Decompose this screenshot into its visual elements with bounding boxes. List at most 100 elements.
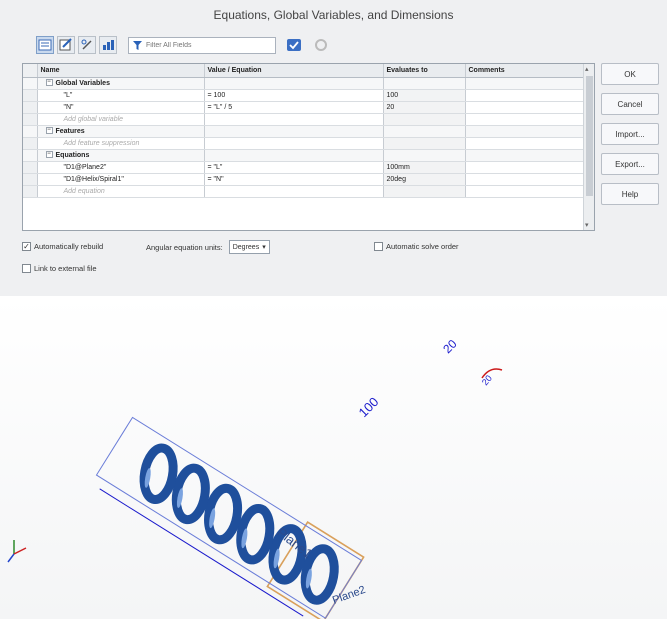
column-header-evaluates[interactable]: Evaluates to — [383, 64, 466, 78]
add-row[interactable]: Add equation — [23, 185, 586, 198]
auto-rebuild-option[interactable]: ✓ Automatically rebuild — [22, 242, 103, 251]
comment-cell[interactable] — [465, 137, 586, 150]
value-cell[interactable] — [204, 125, 384, 138]
value-cell[interactable]: = "L" — [204, 161, 384, 174]
table-row[interactable]: "L" = 100 100 — [23, 89, 586, 102]
dimension-view-button[interactable] — [78, 36, 96, 54]
evaluates-cell[interactable]: 100 — [383, 89, 466, 102]
angular-units-select[interactable]: Degrees ▾ — [228, 240, 270, 254]
row-gutter[interactable] — [23, 101, 38, 114]
turns-dimension-label[interactable]: 20 — [440, 337, 460, 357]
value-cell[interactable] — [204, 149, 384, 162]
scroll-thumb[interactable] — [586, 76, 593, 196]
comment-cell[interactable] — [465, 185, 586, 198]
length-dimension-label[interactable]: 100 — [356, 394, 382, 420]
auto-rebuild-checkbox[interactable]: ✓ — [22, 242, 31, 251]
table-row[interactable]: "D1@Plane2" = "L" 100mm — [23, 161, 586, 174]
comment-cell[interactable] — [465, 113, 586, 126]
plane2-label[interactable]: Plane2 — [331, 584, 367, 607]
row-gutter[interactable] — [23, 185, 38, 198]
comment-cell[interactable] — [465, 173, 586, 186]
value-cell[interactable] — [204, 185, 384, 198]
model-view[interactable]: 100 20 20 Plane1 Plane2 — [0, 296, 667, 619]
value-cell[interactable] — [204, 113, 384, 126]
row-gutter[interactable] — [23, 161, 38, 174]
name-cell[interactable]: "L" — [37, 89, 205, 102]
evaluates-cell[interactable] — [383, 137, 466, 150]
column-header-name[interactable]: Name — [37, 64, 205, 78]
name-cell[interactable]: Add global variable — [37, 113, 205, 126]
helix-coil[interactable] — [139, 443, 178, 504]
filter-field[interactable] — [128, 36, 276, 54]
column-header-value[interactable]: Value / Equation — [204, 64, 384, 78]
scroll-down-icon[interactable]: ▾ — [585, 221, 589, 229]
value-cell[interactable]: = 100 — [204, 89, 384, 102]
helix-coil[interactable] — [171, 463, 210, 525]
add-row[interactable]: Add global variable — [23, 113, 586, 126]
help-button[interactable]: Help — [601, 183, 659, 205]
link-external-checkbox[interactable] — [22, 264, 31, 273]
name-cell[interactable]: Add feature suppression — [37, 137, 205, 150]
name-cell[interactable]: Add equation — [37, 185, 205, 198]
graphics-viewport[interactable]: 100 20 20 Plane1 Plane2 — [0, 296, 667, 619]
section-row[interactable]: − Features — [23, 125, 586, 138]
evaluates-cell[interactable]: 20 — [383, 101, 466, 114]
helix-coil[interactable] — [204, 483, 243, 545]
comment-cell[interactable] — [465, 161, 586, 174]
value-cell[interactable] — [204, 137, 384, 150]
filter-input[interactable] — [146, 41, 266, 49]
value-cell[interactable]: = "N" — [204, 173, 384, 186]
equations-grid[interactable]: Name Value / Equation Evaluates to Comme… — [22, 63, 595, 231]
section-row[interactable]: − Equations — [23, 149, 586, 162]
auto-solve-option[interactable]: Automatic solve order — [374, 242, 459, 251]
name-cell[interactable]: − Features — [37, 125, 205, 138]
value-cell[interactable]: = "L" / 5 — [204, 101, 384, 114]
name-cell[interactable]: "D1@Plane2" — [37, 161, 205, 174]
value-cell[interactable] — [204, 77, 384, 90]
table-row[interactable]: "D1@Helix/Spiral1" = "N" 20deg — [23, 173, 586, 186]
row-gutter[interactable] — [23, 137, 38, 150]
collapse-icon[interactable]: − — [45, 127, 53, 135]
sketch-equation-view-button[interactable] — [57, 36, 75, 54]
row-gutter[interactable] — [23, 149, 38, 162]
auto-solve-checkbox[interactable] — [374, 242, 383, 251]
update-button[interactable] — [285, 36, 303, 54]
evaluates-cell[interactable] — [383, 113, 466, 126]
collapse-icon[interactable]: − — [45, 79, 53, 87]
evaluates-cell[interactable] — [383, 125, 466, 138]
name-cell[interactable]: − Global Variables — [37, 77, 205, 90]
table-row[interactable]: "N" = "L" / 5 20 — [23, 101, 586, 114]
scroll-up-icon[interactable]: ▴ — [585, 65, 589, 73]
row-gutter[interactable] — [23, 77, 38, 90]
equation-view-button[interactable] — [36, 36, 54, 54]
export-button[interactable]: Export... — [601, 153, 659, 175]
comment-cell[interactable] — [465, 101, 586, 114]
undo-button[interactable] — [312, 36, 330, 54]
import-button[interactable]: Import... — [601, 123, 659, 145]
evaluates-cell[interactable] — [383, 149, 466, 162]
name-cell[interactable]: "N" — [37, 101, 205, 114]
comment-cell[interactable] — [465, 77, 586, 90]
column-header-comments[interactable]: Comments — [465, 64, 586, 78]
plane2-outline[interactable] — [95, 416, 363, 619]
evaluates-cell[interactable] — [383, 77, 466, 90]
evaluates-cell[interactable] — [383, 185, 466, 198]
helix-model[interactable] — [91, 414, 365, 619]
name-cell[interactable]: − Equations — [37, 149, 205, 162]
comment-cell[interactable] — [465, 89, 586, 102]
row-gutter[interactable] — [23, 113, 38, 126]
row-gutter[interactable] — [23, 89, 38, 102]
ok-button[interactable]: OK — [601, 63, 659, 85]
ordered-view-button[interactable] — [99, 36, 117, 54]
evaluates-cell[interactable]: 100mm — [383, 161, 466, 174]
grid-scrollbar[interactable]: ▴ ▾ — [583, 64, 594, 230]
section-row[interactable]: − Global Variables — [23, 77, 586, 90]
add-row[interactable]: Add feature suppression — [23, 137, 586, 150]
link-external-option[interactable]: Link to external file — [22, 264, 97, 273]
row-gutter[interactable] — [23, 125, 38, 138]
name-cell[interactable]: "D1@Helix/Spiral1" — [37, 173, 205, 186]
angle-dimension-label[interactable]: 20 — [480, 373, 494, 387]
row-gutter[interactable] — [23, 173, 38, 186]
collapse-icon[interactable]: − — [45, 151, 53, 159]
helix-coil[interactable] — [236, 503, 275, 565]
